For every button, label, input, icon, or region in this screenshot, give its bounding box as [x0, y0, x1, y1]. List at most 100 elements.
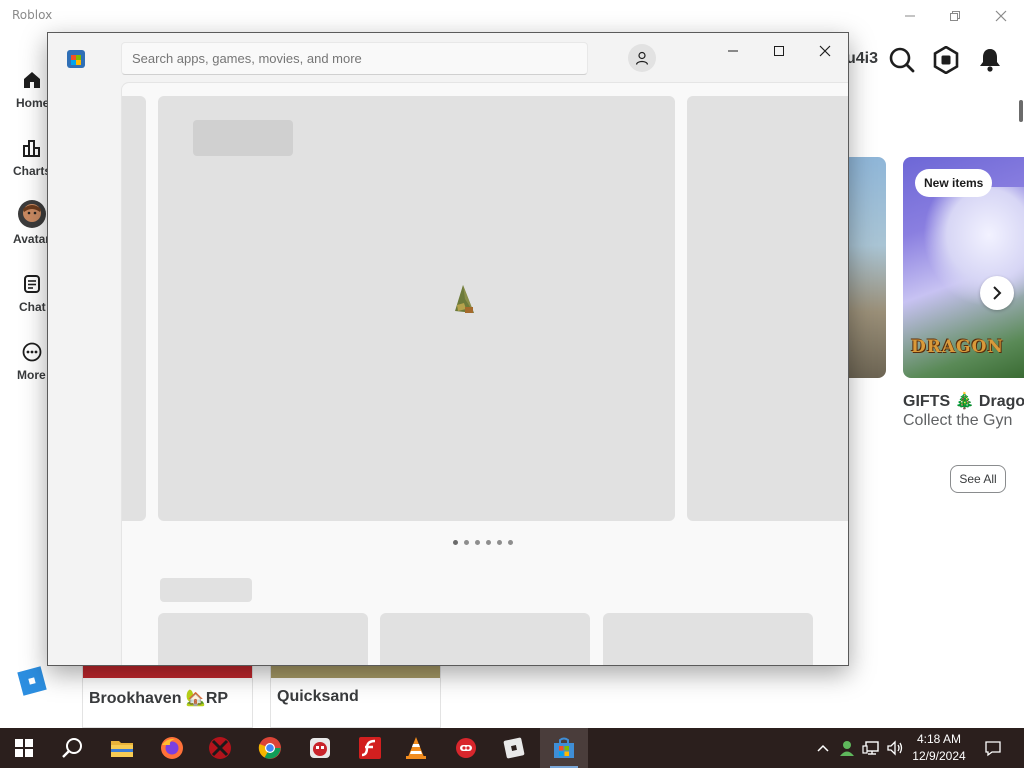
maximize-icon: [774, 46, 784, 56]
loading-tree-icon: [455, 285, 474, 313]
app-card-placeholder[interactable]: [603, 613, 813, 665]
microsoft-store-window: [47, 32, 849, 666]
notifications-bell-icon[interactable]: [974, 44, 1006, 76]
home-icon: [20, 68, 44, 92]
game-thumbnail: [271, 664, 440, 678]
taskbar-flash[interactable]: [346, 728, 394, 768]
tray-user-status[interactable]: [836, 728, 858, 768]
vlc-icon: [406, 737, 426, 759]
roblox-window-title: Roblox: [12, 8, 53, 22]
restore-icon: [950, 11, 960, 21]
new-items-badge: New items: [915, 169, 993, 197]
search-icon[interactable]: [886, 44, 918, 76]
chrome-icon: [258, 737, 281, 759]
close-button[interactable]: [979, 4, 1023, 28]
carousel-pager: [453, 540, 513, 545]
roblox-titlebar: Roblox: [0, 0, 1024, 32]
hero-card-previous-placeholder[interactable]: [122, 96, 146, 521]
nav-label: Charts: [13, 164, 52, 178]
search-icon: [62, 738, 82, 758]
see-all-button[interactable]: See All: [950, 465, 1006, 493]
store-search-input[interactable]: [121, 42, 588, 75]
volume-icon: [887, 740, 903, 756]
tray-network[interactable]: [860, 728, 882, 768]
taskbar-red-app-2[interactable]: [442, 728, 490, 768]
windows-start-icon: [15, 739, 33, 757]
restore-button[interactable]: [933, 4, 977, 28]
game-card-partial[interactable]: [848, 157, 886, 378]
clock-time: 4:18 AM: [916, 732, 962, 746]
nav-label: Home: [16, 96, 50, 110]
roblox-icon: [503, 737, 525, 759]
file-explorer-icon: [111, 741, 133, 757]
taskbar-game-app[interactable]: [296, 728, 344, 768]
minimize-icon: [905, 15, 915, 17]
store-close-button[interactable]: [805, 37, 845, 65]
game-tile-quicksand[interactable]: Quicksand: [270, 664, 441, 728]
nav-label: More: [17, 368, 46, 382]
user-status-icon: [840, 741, 854, 756]
minimize-icon: [728, 50, 738, 52]
featured-game-subtitle: Collect the Gyn: [903, 412, 1013, 429]
person-icon: [635, 51, 649, 65]
nav-label: Avatar: [13, 232, 50, 246]
avatar-icon: [18, 200, 46, 228]
account-button[interactable]: [628, 44, 656, 72]
carousel-next-button[interactable]: [980, 276, 1014, 310]
clock-date: 12/9/2024: [912, 749, 966, 763]
close-icon: [819, 45, 831, 57]
store-maximize-button[interactable]: [759, 37, 799, 65]
game-logo: DRAGON: [911, 337, 1004, 357]
hero-card-next-placeholder[interactable]: [687, 96, 848, 521]
app-card-placeholder[interactable]: [158, 613, 368, 665]
minimize-button[interactable]: [888, 4, 932, 28]
red-app-icon: [456, 738, 476, 758]
robux-icon[interactable]: [930, 44, 962, 76]
taskbar-search-button[interactable]: [48, 728, 96, 768]
network-icon: [862, 741, 879, 755]
taskbar: 4:18 AM 12/9/2024: [0, 728, 1024, 768]
game-app-icon: [310, 738, 330, 758]
roblox-studio-icon[interactable]: [17, 666, 47, 696]
taskbar-microsoft-store[interactable]: [540, 728, 588, 768]
notification-center-button[interactable]: [978, 728, 1008, 768]
firefox-icon: [161, 737, 183, 759]
hero-card-placeholder[interactable]: [158, 96, 675, 521]
chat-icon: [20, 272, 44, 296]
game-tile-brookhaven[interactable]: Brookhaven 🏡RP: [82, 664, 253, 728]
carousel-dot[interactable]: [508, 540, 513, 545]
store-minimize-button[interactable]: [713, 37, 753, 65]
app-card-placeholder[interactable]: [380, 613, 590, 665]
carousel-dot[interactable]: [464, 540, 469, 545]
scrollbar-thumb[interactable]: [1019, 100, 1023, 122]
taskbar-red-app[interactable]: [196, 728, 244, 768]
section-title-placeholder: [160, 578, 252, 602]
app-red-icon: [209, 737, 231, 759]
game-tile-name: Brookhaven 🏡RP: [89, 690, 229, 707]
carousel-dot[interactable]: [497, 540, 502, 545]
game-thumbnail: [83, 664, 252, 678]
game-tile-name: Quicksand: [277, 688, 359, 705]
nav-label: Chat: [19, 300, 46, 314]
flash-icon: [359, 737, 381, 759]
taskbar-vlc[interactable]: [392, 728, 440, 768]
show-hidden-icons-button[interactable]: [813, 728, 833, 768]
taskbar-roblox[interactable]: [490, 728, 538, 768]
tray-volume[interactable]: [884, 728, 906, 768]
microsoft-store-icon: [554, 737, 574, 758]
chevron-up-icon: [817, 744, 829, 752]
taskbar-clock[interactable]: 4:18 AM 12/9/2024: [904, 731, 974, 765]
taskbar-firefox[interactable]: [148, 728, 196, 768]
close-icon: [995, 10, 1007, 22]
featured-game-title[interactable]: GIFTS 🎄 Drago: [903, 391, 1024, 411]
more-icon: [20, 340, 44, 364]
taskbar-file-explorer[interactable]: [98, 728, 146, 768]
username-label: u4i3: [846, 50, 879, 67]
store-content-area: [121, 82, 848, 665]
carousel-dot[interactable]: [475, 540, 480, 545]
carousel-dot[interactable]: [486, 540, 491, 545]
taskbar-chrome[interactable]: [246, 728, 294, 768]
start-button[interactable]: [0, 728, 48, 768]
carousel-dot[interactable]: [453, 540, 458, 545]
chevron-right-icon: [993, 286, 1002, 300]
